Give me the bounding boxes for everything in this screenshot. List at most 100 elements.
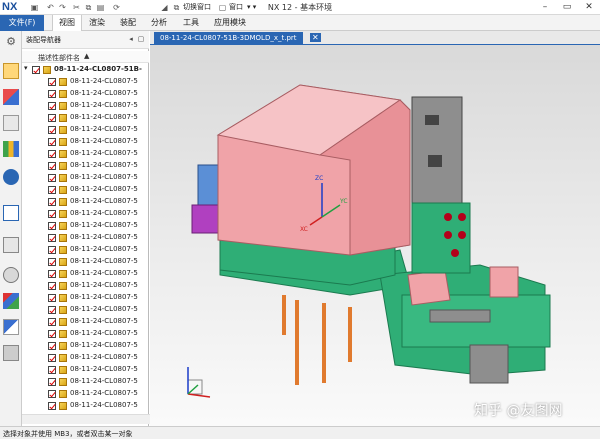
visibility-checkbox[interactable]	[48, 294, 56, 302]
menu-assembly[interactable]: 装配	[114, 15, 142, 31]
visibility-checkbox[interactable]	[48, 258, 56, 266]
document-tab[interactable]: 08-11-24-CL0807-51B-3DMOLD_x_t.prt	[154, 32, 303, 45]
collapse-toggle-icon[interactable]: ▾	[24, 64, 28, 72]
visibility-checkbox[interactable]	[48, 246, 56, 254]
visibility-checkbox[interactable]	[48, 330, 56, 338]
lifter-slot	[428, 155, 442, 167]
visibility-checkbox[interactable]	[48, 390, 56, 398]
wcs-xc-label: XC	[300, 226, 308, 233]
tree-row[interactable]: 08-11-24-CL0807-5	[22, 76, 140, 88]
visibility-checkbox[interactable]	[48, 162, 56, 170]
assembly-navigator: 装配导航器 ◂ ▢ 描述性部件名 ▲ ▾ 08-11-24-CL0807-51B…	[22, 31, 168, 426]
visibility-checkbox[interactable]	[48, 282, 56, 290]
menu-tools[interactable]: 工具	[177, 15, 205, 31]
navigator-horizontal-scrollbar[interactable]	[22, 414, 159, 424]
component-icon	[59, 378, 67, 386]
visibility-checkbox[interactable]	[48, 222, 56, 230]
reuse-library-icon[interactable]	[3, 141, 19, 157]
graphics-window[interactable]: ZC YC XC	[150, 45, 600, 426]
visibility-checkbox[interactable]	[48, 138, 56, 146]
tree-row[interactable]: 08-11-24-CL0807-5	[22, 316, 140, 328]
maximize-icon[interactable]: ▭	[556, 0, 578, 15]
visibility-checkbox[interactable]	[48, 126, 56, 134]
tree-row[interactable]: 08-11-24-CL0807-5	[22, 220, 140, 232]
menu-application[interactable]: 应用模块	[208, 15, 252, 31]
tree-row[interactable]: 08-11-24-CL0807-5	[22, 172, 140, 184]
tree-row[interactable]: 08-11-24-CL0807-5	[22, 268, 140, 280]
tree-row[interactable]: 08-11-24-CL0807-5	[22, 88, 140, 100]
menu-render[interactable]: 渲染	[83, 15, 111, 31]
visibility-checkbox[interactable]	[48, 270, 56, 278]
tree-row[interactable]: 08-11-24-CL0807-5	[22, 148, 140, 160]
lifter-block	[411, 96, 463, 208]
visibility-checkbox[interactable]	[48, 234, 56, 242]
tree-row[interactable]: 08-11-24-CL0807-5	[22, 232, 140, 244]
pin-icon[interactable]: ▢	[136, 34, 146, 44]
menu-view[interactable]: 视图	[52, 15, 82, 32]
visibility-checkbox[interactable]	[48, 198, 56, 206]
visibility-checkbox[interactable]	[48, 210, 56, 218]
part-navigator-icon[interactable]	[3, 115, 19, 131]
tree-row[interactable]: 08-11-24-CL0807-5	[22, 364, 140, 376]
tree-row[interactable]: 08-11-24-CL0807-5	[22, 340, 140, 352]
tree-row[interactable]: 08-11-24-CL0807-5	[22, 352, 140, 364]
visibility-checkbox[interactable]	[48, 90, 56, 98]
menu-analysis[interactable]: 分析	[145, 15, 173, 31]
cooling-hole	[458, 213, 466, 221]
roles-icon[interactable]	[3, 319, 19, 335]
close-icon[interactable]: ✕	[578, 0, 600, 15]
document-tab-bar: 08-11-24-CL0807-51B-3DMOLD_x_t.prt ✕	[150, 31, 600, 45]
visibility-checkbox[interactable]	[48, 366, 56, 374]
component-name: 08-11-24-CL0807-5	[70, 317, 138, 325]
tree-row[interactable]: 08-11-24-CL0807-5	[22, 208, 140, 220]
info-icon[interactable]	[3, 169, 19, 185]
visibility-checkbox[interactable]	[48, 318, 56, 326]
close-tab-icon[interactable]: ✕	[310, 33, 321, 42]
tree-row[interactable]: 08-11-24-CL0807-5	[22, 136, 140, 148]
tree-row[interactable]: 08-11-24-CL0807-5	[22, 328, 140, 340]
mold-assembly-model[interactable]: ZC YC XC	[150, 45, 600, 426]
tree-row[interactable]: 08-11-24-CL0807-5	[22, 100, 140, 112]
tree-row[interactable]: 08-11-24-CL0807-5	[22, 292, 140, 304]
visibility-checkbox[interactable]	[48, 102, 56, 110]
tree-row[interactable]: 08-11-24-CL0807-5	[22, 400, 140, 412]
clock-icon[interactable]	[3, 267, 19, 283]
constraint-navigator-icon[interactable]	[3, 89, 19, 105]
palette-icon[interactable]	[3, 293, 19, 309]
tree-row[interactable]: 08-11-24-CL0807-5	[22, 304, 140, 316]
tree-row[interactable]: 08-11-24-CL0807-5	[22, 256, 140, 268]
component-name: 08-11-24-CL0807-5	[70, 173, 138, 181]
visibility-checkbox[interactable]	[48, 78, 56, 86]
tree-row[interactable]: 08-11-24-CL0807-5	[22, 196, 140, 208]
gear-icon[interactable]: ⚙	[3, 35, 19, 51]
web-browser-icon[interactable]	[3, 205, 19, 221]
component-name: 08-11-24-CL0807-5	[70, 389, 138, 397]
tree-row[interactable]: 08-11-24-CL0807-5	[22, 376, 140, 388]
tree-row[interactable]: 08-11-24-CL0807-5	[22, 124, 140, 136]
visibility-checkbox[interactable]	[48, 342, 56, 350]
visibility-checkbox[interactable]	[48, 402, 56, 410]
tree-row[interactable]: 08-11-24-CL0807-5	[22, 388, 140, 400]
tree-row[interactable]: 08-11-24-CL0807-5	[22, 112, 140, 124]
history-icon[interactable]	[3, 237, 19, 253]
collapse-icon[interactable]: ◂	[126, 34, 136, 44]
visibility-checkbox[interactable]	[48, 354, 56, 362]
minimize-icon[interactable]: –	[534, 0, 556, 15]
tree-row[interactable]: 08-11-24-CL0807-5	[22, 244, 140, 256]
cooling-hole	[444, 213, 452, 221]
visibility-checkbox[interactable]	[48, 114, 56, 122]
menu-file[interactable]: 文件(F)	[0, 15, 44, 31]
root-visibility-checkbox[interactable]	[32, 66, 40, 74]
tree-root-row[interactable]: ▾ 08-11-24-CL0807-51B-	[22, 64, 149, 76]
visibility-checkbox[interactable]	[48, 306, 56, 314]
assembly-navigator-icon[interactable]	[3, 63, 19, 79]
tree-row[interactable]: 08-11-24-CL0807-5	[22, 184, 140, 196]
visibility-checkbox[interactable]	[48, 174, 56, 182]
visibility-checkbox[interactable]	[48, 378, 56, 386]
system-scene-icon[interactable]	[3, 345, 19, 361]
visibility-checkbox[interactable]	[48, 186, 56, 194]
column-header[interactable]: 描述性部件名 ▲	[22, 51, 149, 63]
tree-row[interactable]: 08-11-24-CL0807-5	[22, 280, 140, 292]
tree-row[interactable]: 08-11-24-CL0807-5	[22, 160, 140, 172]
visibility-checkbox[interactable]	[48, 150, 56, 158]
